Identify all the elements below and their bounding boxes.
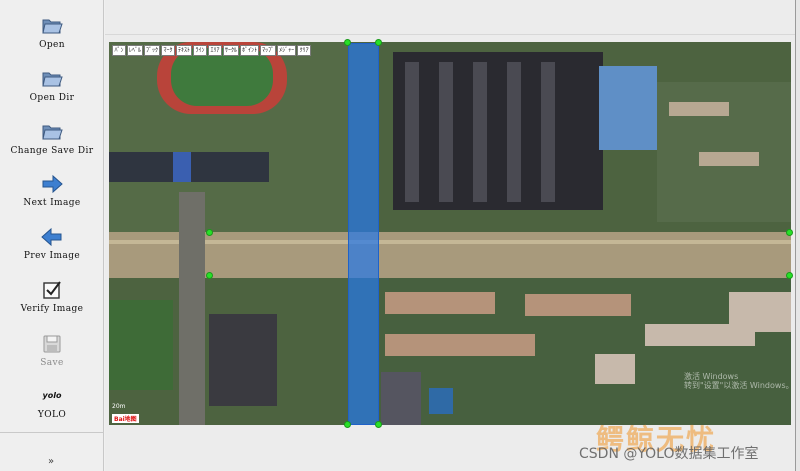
arrow-left-icon	[41, 227, 62, 247]
map-scale-text: 20m	[112, 403, 126, 410]
watermark-line-1: 激活 Windows	[684, 372, 739, 381]
road-handle-bottom-right[interactable]	[786, 272, 793, 279]
checkbox-checked-icon	[43, 281, 61, 299]
map-tool-button[interactable]: ｸﾘｱ	[297, 45, 312, 56]
folder-open-icon	[42, 125, 63, 140]
road-handle-top-left[interactable]	[206, 229, 213, 236]
bounding-box-annotation[interactable]	[348, 43, 379, 425]
next-image-button[interactable]: Next Image	[0, 166, 104, 218]
toolbar-divider	[0, 432, 104, 433]
map-tool-button[interactable]: ﾎﾟｲﾝﾄ	[240, 45, 260, 56]
map-tool-button[interactable]: ﾏｰｸ	[161, 45, 176, 56]
map-tool-button[interactable]: ﾏｯﾌﾟ	[260, 45, 277, 56]
open-dir-label: Open Dir	[29, 93, 75, 103]
bbox-handle-top-right[interactable]	[375, 39, 382, 46]
prev-image-button[interactable]: Prev Image	[0, 219, 104, 271]
map-tool-button[interactable]: ﾚﾍﾞﾙ	[127, 45, 144, 56]
prev-image-label: Prev Image	[23, 251, 81, 261]
change-save-dir-label: Change Save Dir	[10, 146, 94, 156]
map-tool-button[interactable]: ﾃｷｽﾄ	[176, 45, 193, 56]
map-tool-button[interactable]: ﾗｲﾝ	[193, 45, 208, 56]
right-dock-panel-edge[interactable]	[795, 0, 800, 471]
open-button[interactable]: Open	[0, 8, 104, 60]
labelimg-window: Open Open Dir Change Save Dir Next Image	[0, 0, 800, 471]
toolbar-more-chevron[interactable]: »	[44, 456, 58, 468]
floppy-disk-icon	[43, 335, 61, 353]
road-handle-top-right[interactable]	[786, 229, 793, 236]
map-tool-button[interactable]: ﾊﾟﾝ	[112, 45, 126, 56]
yolo-format-icon: yolo	[42, 391, 62, 400]
verify-image-button[interactable]: Verify Image	[0, 272, 104, 324]
credit-watermark: CSDN @YOLO数据集工作室	[579, 446, 759, 462]
map-tool-button[interactable]: ﾒｼﾞｬｰ	[277, 45, 297, 56]
next-image-label: Next Image	[23, 198, 81, 208]
arrow-right-icon	[42, 174, 63, 194]
road-handle-bottom-left[interactable]	[206, 272, 213, 279]
map-tool-button[interactable]: ｻｰｸﾙ	[223, 45, 240, 56]
save-label: Save	[40, 358, 64, 368]
save-button[interactable]: Save	[0, 326, 104, 378]
watermark-line-2: 转到"设置"以激活 Windows。	[684, 381, 794, 390]
map-logo: Bai地图	[112, 414, 139, 423]
left-toolbar: Open Open Dir Change Save Dir Next Image	[0, 0, 104, 471]
map-toolbar: ﾊﾟﾝ ﾚﾍﾞﾙ ﾌﾞｯｸ ﾏｰｸ ﾃｷｽﾄ ﾗｲﾝ ｴﾘｱ ｻｰｸﾙ ﾎﾟｲﾝﾄ ﾏｯﾌﾟ ﾒｼﾞ…	[112, 45, 312, 56]
change-save-dir-button[interactable]: Change Save Dir	[0, 114, 104, 166]
canvas-divider	[105, 34, 795, 35]
folder-open-icon	[42, 72, 63, 87]
bbox-handle-bottom-left[interactable]	[344, 421, 351, 428]
bbox-handle-bottom-right[interactable]	[375, 421, 382, 428]
format-label: YOLO	[37, 410, 67, 420]
map-tool-button[interactable]: ﾌﾞｯｸ	[144, 45, 161, 56]
change-format-button[interactable]: yolo YOLO	[0, 378, 104, 430]
map-scale-badge: 20m Bai地图	[112, 403, 139, 423]
bbox-handle-top-left[interactable]	[344, 39, 351, 46]
verify-image-label: Verify Image	[20, 304, 84, 314]
open-label: Open	[39, 40, 65, 50]
folder-open-icon	[42, 19, 63, 34]
map-tool-button[interactable]: ｴﾘｱ	[208, 45, 223, 56]
open-dir-button[interactable]: Open Dir	[0, 61, 104, 113]
windows-activation-watermark: 激活 Windows 转到"设置"以激活 Windows。	[684, 372, 794, 390]
